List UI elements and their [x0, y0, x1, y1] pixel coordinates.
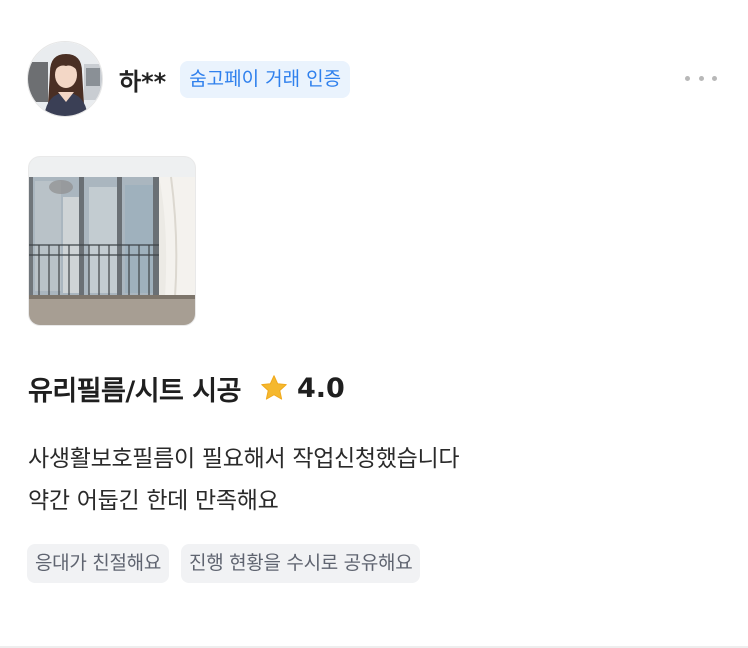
username: 하** — [119, 67, 167, 96]
more-dot — [712, 75, 717, 81]
star-icon — [261, 375, 287, 400]
window-balcony-image — [29, 157, 195, 325]
service-title-row: 유리필름/시트 시공 4.0 — [28, 366, 345, 410]
review-tag: 진행 현황을 수시로 공유해요 — [181, 544, 421, 583]
review-line: 사생활보호필름이 필요해서 작업신청했습니다 — [28, 446, 460, 472]
more-dot — [685, 75, 690, 81]
review-tags: 응대가 친절해요 진행 현황을 수시로 공유해요 — [27, 544, 421, 583]
review-header: 하** 숨고페이 거래 인증 — [27, 40, 721, 118]
avatar-image — [28, 42, 102, 116]
verified-payment-badge: 숨고페이 거래 인증 — [180, 60, 351, 98]
rating-value: 4.0 — [296, 372, 345, 404]
more-dot — [698, 75, 704, 81]
review-card: 하** 숨고페이 거래 인증 유리필름/시트 시공 4.0 사생활보호필름이 필… — [0, 0, 748, 648]
avatar[interactable] — [27, 41, 103, 117]
service-title: 유리필름/시트 시공 — [28, 375, 241, 407]
review-photo[interactable] — [28, 156, 196, 326]
review-tag: 응대가 친절해요 — [27, 544, 170, 583]
more-options-icon[interactable] — [685, 68, 717, 88]
review-line: 약간 어둡긴 한데 만족해요 — [28, 488, 279, 514]
review-body: 사생활보호필름이 필요해서 작업신청했습니다 약간 어둡긴 한데 만족해요 — [28, 438, 708, 522]
